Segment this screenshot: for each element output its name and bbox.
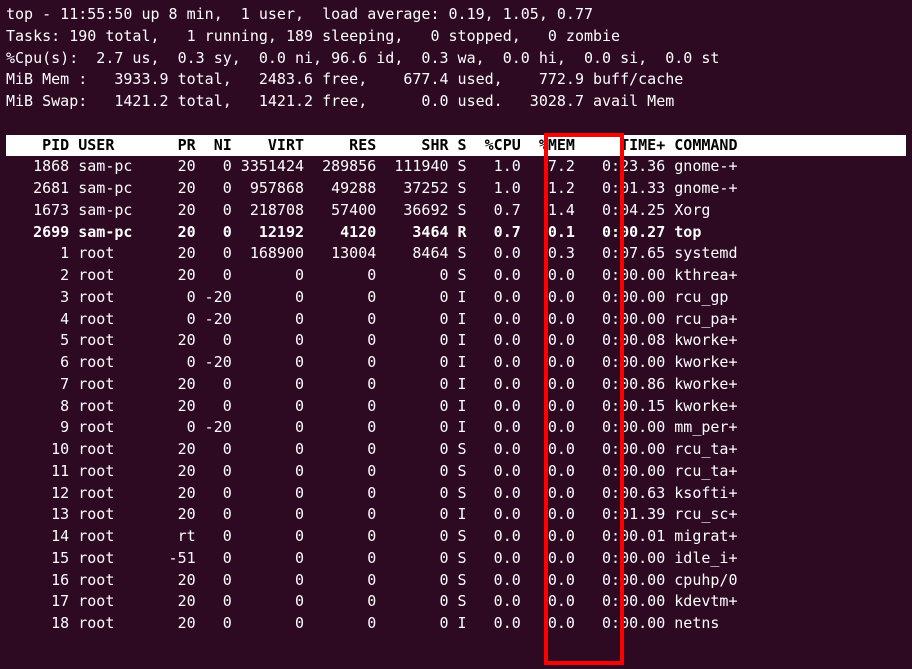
process-row[interactable]: 2699 sam-pc 20 0 12192 4120 3464 R 0.7 0… bbox=[6, 222, 906, 244]
process-row[interactable]: 1673 sam-pc 20 0 218708 57400 36692 S 0.… bbox=[6, 200, 906, 222]
process-row[interactable]: 2 root 20 0 0 0 0 S 0.0 0.0 0:00.00 kthr… bbox=[6, 265, 906, 287]
summary-line4: MiB Mem : 3933.9 total, 2483.6 free, 677… bbox=[6, 69, 906, 91]
process-row[interactable]: 18 root 20 0 0 0 0 I 0.0 0.0 0:00.00 net… bbox=[6, 613, 906, 635]
process-row[interactable]: 1868 sam-pc 20 0 3351424 289856 111940 S… bbox=[6, 156, 906, 178]
process-row[interactable]: 5 root 20 0 0 0 0 I 0.0 0.0 0:00.08 kwor… bbox=[6, 330, 906, 352]
summary-line5: MiB Swap: 1421.2 total, 1421.2 free, 0.0… bbox=[6, 91, 906, 113]
process-row[interactable]: 14 root rt 0 0 0 0 S 0.0 0.0 0:00.01 mig… bbox=[6, 526, 906, 548]
summary-line3: %Cpu(s): 2.7 us, 0.3 sy, 0.0 ni, 96.6 id… bbox=[6, 48, 906, 70]
process-row[interactable]: 16 root 20 0 0 0 0 S 0.0 0.0 0:00.00 cpu… bbox=[6, 570, 906, 592]
process-row[interactable]: 6 root 0 -20 0 0 0 I 0.0 0.0 0:00.00 kwo… bbox=[6, 352, 906, 374]
process-row[interactable]: 2681 sam-pc 20 0 957868 49288 37252 S 1.… bbox=[6, 178, 906, 200]
process-row[interactable]: 11 root 20 0 0 0 0 S 0.0 0.0 0:00.00 rcu… bbox=[6, 461, 906, 483]
process-row[interactable]: 17 root 20 0 0 0 0 S 0.0 0.0 0:00.00 kde… bbox=[6, 591, 906, 613]
summary-line2: Tasks: 190 total, 1 running, 189 sleepin… bbox=[6, 26, 906, 48]
process-row[interactable]: 1 root 20 0 168900 13004 8464 S 0.0 0.3 … bbox=[6, 243, 906, 265]
process-row[interactable]: 10 root 20 0 0 0 0 S 0.0 0.0 0:00.00 rcu… bbox=[6, 439, 906, 461]
process-row[interactable]: 8 root 20 0 0 0 0 I 0.0 0.0 0:00.15 kwor… bbox=[6, 396, 906, 418]
process-row[interactable]: 9 root 0 -20 0 0 0 I 0.0 0.0 0:00.00 mm_… bbox=[6, 417, 906, 439]
column-header[interactable]: PID USER PR NI VIRT RES SHR S %CPU %MEM … bbox=[6, 135, 906, 157]
process-row[interactable]: 13 root 20 0 0 0 0 I 0.0 0.0 0:01.39 rcu… bbox=[6, 504, 906, 526]
blank-line bbox=[6, 113, 906, 135]
summary-line1: top - 11:55:50 up 8 min, 1 user, load av… bbox=[6, 4, 906, 26]
process-row[interactable]: 15 root -51 0 0 0 0 S 0.0 0.0 0:00.00 id… bbox=[6, 548, 906, 570]
terminal-output: top - 11:55:50 up 8 min, 1 user, load av… bbox=[6, 4, 906, 635]
process-row[interactable]: 12 root 20 0 0 0 0 S 0.0 0.0 0:00.63 kso… bbox=[6, 483, 906, 505]
process-row[interactable]: 4 root 0 -20 0 0 0 I 0.0 0.0 0:00.00 rcu… bbox=[6, 309, 906, 331]
process-row[interactable]: 3 root 0 -20 0 0 0 I 0.0 0.0 0:00.00 rcu… bbox=[6, 287, 906, 309]
process-row[interactable]: 7 root 20 0 0 0 0 I 0.0 0.0 0:00.86 kwor… bbox=[6, 374, 906, 396]
